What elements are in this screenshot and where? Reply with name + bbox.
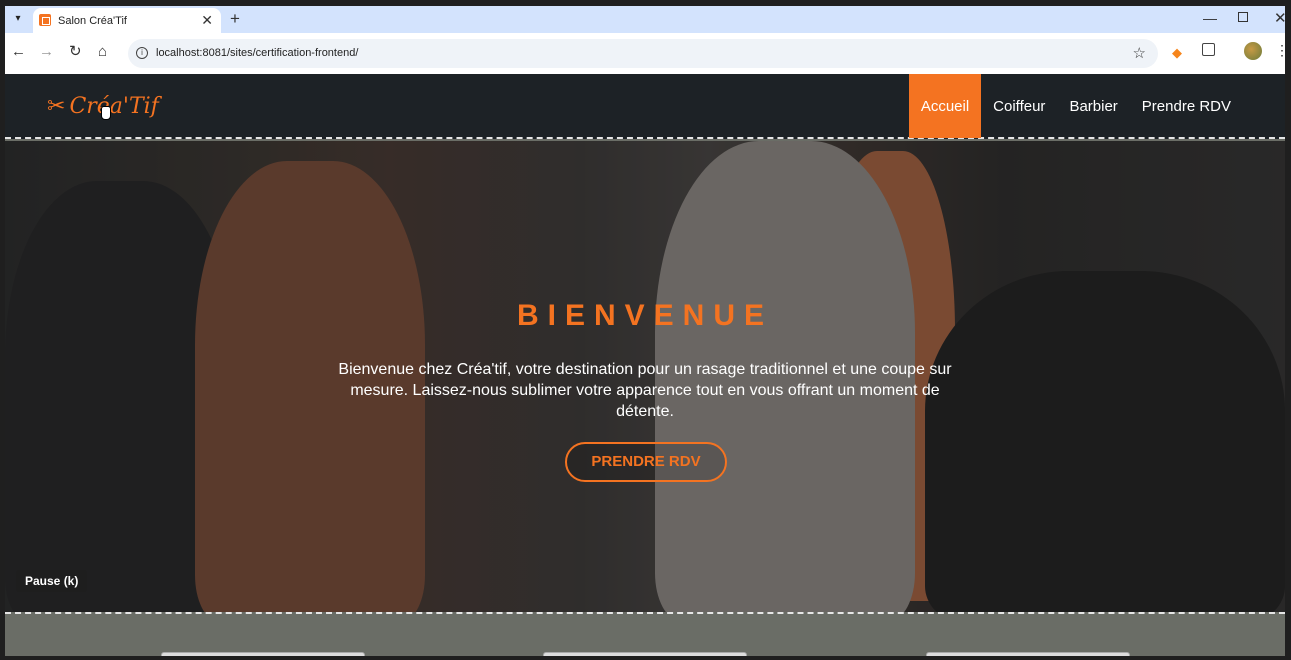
back-icon[interactable]: ← <box>11 44 26 60</box>
address-bar[interactable]: i localhost:8081/sites/certification-fro… <box>128 39 1158 68</box>
url-text[interactable]: localhost:8081/sites/certification-front… <box>156 47 358 59</box>
home-icon[interactable]: ⌂ <box>98 44 107 60</box>
hand-cursor-icon <box>101 106 111 120</box>
profile-avatar[interactable] <box>1244 42 1262 60</box>
new-tab-button[interactable]: + <box>230 9 240 29</box>
service-card[interactable] <box>161 652 365 656</box>
divider <box>5 612 1285 614</box>
tab-salon[interactable]: Salon Créa'Tif ✕ <box>33 8 221 33</box>
scissors-icon: ✂ <box>47 94 66 119</box>
service-card[interactable] <box>926 652 1130 656</box>
site-header: ✂ Créa'Tif Accueil Coiffeur Barbier Prend… <box>5 74 1285 139</box>
nav-prendre-rdv[interactable]: Prendre RDV <box>1130 74 1243 138</box>
window-close-button[interactable]: ✕ <box>1274 9 1285 27</box>
menu-dots-icon[interactable]: ⋮ <box>1275 42 1285 59</box>
prendre-rdv-button[interactable]: PRENDRE RDV <box>565 442 727 482</box>
service-card[interactable] <box>543 652 747 656</box>
hero-video[interactable]: BIENVENUE Bienvenue chez Créa'tif, votre… <box>5 141 1285 612</box>
web-page: ✂ Créa'Tif Accueil Coiffeur Barbier Prend… <box>5 74 1285 656</box>
tab-close-icon[interactable]: ✕ <box>201 12 213 29</box>
hero-description: Bienvenue chez Créa'tif, votre destinati… <box>338 361 952 420</box>
hero-title: BIENVENUE <box>516 299 774 332</box>
browser-toolbar: ← → ↻ ⌂ i localhost:8081/sites/certifica… <box>5 33 1285 74</box>
browser-window: ▾ Salon Créa'Tif ✕ + — ✕ ← → ↻ ⌂ i local… <box>5 6 1285 656</box>
nav-accueil[interactable]: Accueil <box>908 74 982 138</box>
reload-icon[interactable]: ↻ <box>69 44 82 60</box>
logo-text: Créa'Tif <box>69 94 159 119</box>
nav-barbier[interactable]: Barbier <box>1057 74 1129 138</box>
video-pause-tooltip: Pause (k) <box>16 570 88 592</box>
minimize-button[interactable]: — <box>1203 10 1217 26</box>
tab-title: Salon Créa'Tif <box>58 15 127 27</box>
favicon-icon <box>39 14 51 26</box>
nav-coiffeur[interactable]: Coiffeur <box>981 74 1057 138</box>
tab-search-icon[interactable]: ▾ <box>9 10 27 28</box>
main-nav: Accueil Coiffeur Barbier Prendre RDV <box>908 74 1243 138</box>
metamask-extension-icon[interactable]: ◆ <box>1172 45 1182 61</box>
forward-icon[interactable]: → <box>39 44 54 60</box>
maximize-button[interactable] <box>1238 12 1248 22</box>
site-info-icon[interactable]: i <box>136 47 148 59</box>
bookmark-star-icon[interactable]: ☆ <box>1133 44 1146 62</box>
extensions-icon[interactable] <box>1202 43 1215 56</box>
tab-strip: ▾ Salon Créa'Tif ✕ + — ✕ <box>5 6 1285 33</box>
